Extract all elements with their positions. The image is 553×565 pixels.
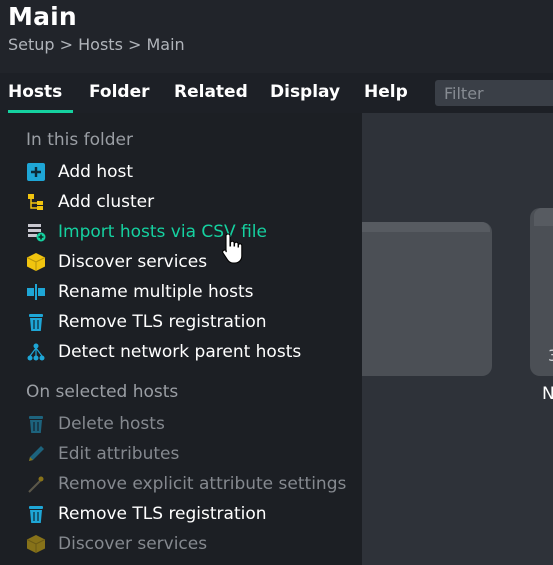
filter-input[interactable] [435,80,553,106]
edit-attributes-item[interactable]: Edit attributes [26,442,356,466]
menu-related[interactable]: Related [174,73,248,113]
detect-parents-label: Detect network parent hosts [58,342,302,362]
discover-services-selected-item[interactable]: Discover services [26,532,356,556]
remove-tls-item[interactable]: Remove TLS registration [26,310,356,334]
menu-display[interactable]: Display [270,73,340,113]
menu-folder[interactable]: Folder [89,73,150,113]
plus-icon [26,162,46,182]
add-host-label: Add host [58,162,134,182]
delete-hosts-label: Delete hosts [58,414,165,434]
remove-explicit-attributes-label: Remove explicit attribute settings [58,474,347,494]
discover-services-selected-label: Discover services [58,534,208,554]
remove-tls-label: Remove TLS registration [58,312,267,332]
menu-help[interactable]: Help [364,73,408,113]
rename-hosts-item[interactable]: Rename multiple hosts [26,280,356,304]
pencil-icon [26,444,46,464]
csv-import-icon [26,222,46,242]
edit-attributes-label: Edit attributes [58,444,180,464]
add-cluster-label: Add cluster [58,192,155,212]
discover-services-label: Discover services [58,252,208,272]
cluster-icon [26,192,46,212]
rename-hosts-label: Rename multiple hosts [58,282,254,302]
add-host-item[interactable]: Add host [26,160,356,184]
trash-icon [26,504,46,524]
page-header: Main Setup > Hosts > Main [0,0,553,73]
hosts-dropdown-menu: In this folder Add host Add cluster Impo… [0,113,362,565]
remove-tls-selected-item[interactable]: Remove TLS registration [26,502,356,526]
menu-hosts[interactable]: Hosts [8,73,73,113]
folder-tile[interactable] [362,222,492,376]
folder-name[interactable]: N [542,384,553,404]
hand-cursor-icon [222,233,243,264]
remove-explicit-attributes-item[interactable]: Remove explicit attribute settings [26,472,356,496]
folder-host-count: 3 [548,346,553,365]
import-csv-item[interactable]: Import hosts via CSV file [26,220,356,244]
section-on-selected-hosts: On selected hosts [26,382,179,402]
remove-tls-selected-label: Remove TLS registration [58,504,267,524]
wand-icon [26,474,46,494]
folder-tab [362,222,490,232]
trash-icon [26,312,46,332]
detect-parents-item[interactable]: Detect network parent hosts [26,340,356,364]
page-title: Main [8,2,77,31]
add-cluster-item[interactable]: Add cluster [26,190,356,214]
trash-icon [26,414,46,434]
folder-tab [534,208,553,226]
section-in-this-folder: In this folder [26,130,133,150]
network-icon [26,342,46,362]
cube-icon [26,252,46,272]
discover-services-item[interactable]: Discover services [26,250,356,274]
delete-hosts-item[interactable]: Delete hosts [26,412,356,436]
breadcrumb[interactable]: Setup > Hosts > Main [8,35,185,54]
rename-icon [26,282,46,302]
cube-icon [26,534,46,554]
